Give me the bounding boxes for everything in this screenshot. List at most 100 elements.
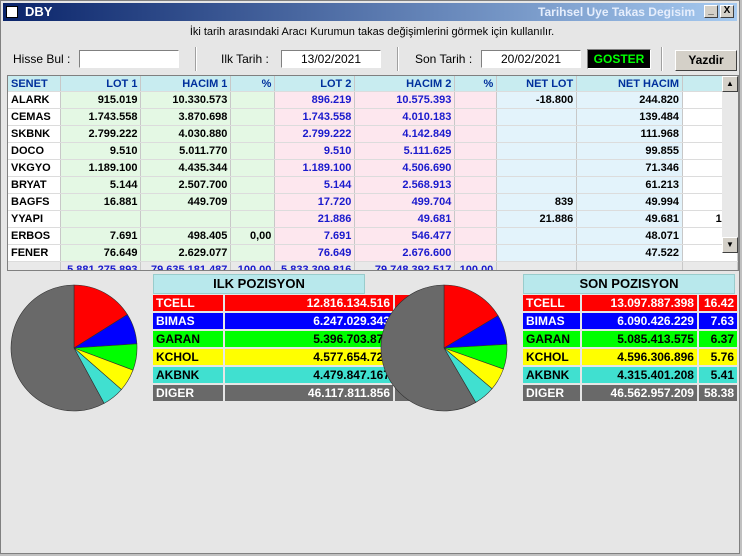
position-pct: 7.63 [698, 313, 737, 329]
position-pct: 6.37 [698, 331, 737, 347]
column-header[interactable]: LOT 1 [60, 76, 142, 92]
table-cell: 5.111.625 [354, 142, 456, 160]
position-name: DIGER [153, 385, 223, 401]
column-header[interactable]: HACIM 1 [140, 76, 232, 92]
position-value: 6.247.029.343 [225, 313, 393, 329]
table-cell: 76.649 [60, 244, 142, 262]
table-cell: 100,00 [454, 261, 498, 270]
position-name: TCELL [153, 295, 223, 311]
position-name: GARAN [153, 331, 223, 347]
ilk-tarih-field[interactable]: 13/02/2021 [281, 50, 381, 68]
column-header[interactable]: % [454, 76, 498, 92]
table-row[interactable]: ALARK 915.019 10.330.573 896.219 10.575.393 -… [8, 91, 738, 109]
table-cell [496, 142, 578, 160]
position-value: 46.117.811.856 [225, 385, 393, 401]
table-row[interactable]: BAGFS 16.881 449.709 17.720 499.704 839 49.994… [8, 193, 738, 211]
table-cell [230, 244, 276, 262]
window-subtitle: Tarihsel Uye Takas Degisim [538, 5, 695, 19]
table-cell: BRYAT [8, 176, 62, 194]
son-pozisyon-table: TCELL 13.097.887.398 16.42 BIMAS 6.090.426.2… [521, 293, 739, 403]
table-cell: 111.968 [576, 125, 684, 143]
table-row[interactable]: FENER 76.649 2.629.077 76.649 2.676.600 47.52… [8, 244, 738, 262]
table-cell: 139.484 [576, 108, 684, 126]
table-cell: 244.820 [576, 91, 684, 109]
table-cell: ALARK [8, 91, 62, 109]
position-name: DIGER [523, 385, 580, 401]
son-tarih-field[interactable]: 20/02/2021 [481, 50, 581, 68]
table-cell: 49.994 [576, 193, 684, 211]
table-cell: 17.720 [274, 193, 356, 211]
minimize-button[interactable]: _ [704, 5, 718, 18]
table-cell [230, 210, 276, 228]
table-cell: 9.510 [274, 142, 356, 160]
vertical-scrollbar[interactable]: ▲ ▼ [722, 76, 738, 253]
yazdir-button[interactable]: Yazdir [675, 50, 737, 71]
table-cell: 10.575.393 [354, 91, 456, 109]
column-header[interactable]: % [230, 76, 276, 92]
table-row[interactable]: BRYAT 5.144 2.507.700 5.144 2.568.913 61.213 [8, 176, 738, 194]
table-cell: 76.649 [274, 244, 356, 262]
table-cell: 2.629.077 [140, 244, 232, 262]
title-bar[interactable]: DBY Tarihsel Uye Takas Degisim _ X [3, 3, 737, 21]
table-cell: 449.709 [140, 193, 232, 211]
table-row[interactable]: CEMAS 1.743.558 3.870.698 1.743.558 4.010.18… [8, 108, 738, 126]
table-cell [230, 142, 276, 160]
hisse-search-input[interactable] [79, 50, 179, 68]
position-name: GARAN [523, 331, 580, 347]
scroll-down-arrow-icon[interactable]: ▼ [722, 237, 738, 253]
position-row: GARAN 5.085.413.575 6.37 [523, 331, 737, 347]
table-cell [230, 125, 276, 143]
table-cell [230, 176, 276, 194]
son-tarih-label: Son Tarih : [415, 52, 473, 66]
table-cell [454, 210, 498, 228]
table-cell [454, 176, 498, 194]
position-value: 4.479.847.167 [225, 367, 393, 383]
position-value: 12.816.134.516 [225, 295, 393, 311]
table-cell: 7.691 [60, 227, 142, 245]
position-name: BIMAS [523, 313, 580, 329]
column-header[interactable]: HACIM 2 [354, 76, 456, 92]
table-row[interactable]: YYAPI21.88649.68121.88649.681100 [8, 210, 738, 228]
table-cell: 5.011.770 [140, 142, 232, 160]
table-row[interactable]: DOCO 9.510 5.011.770 9.510 5.111.625 99.855 [8, 142, 738, 160]
close-button[interactable]: X [720, 5, 734, 18]
table-cell: 61.213 [576, 176, 684, 194]
table-cell: 839 [496, 193, 578, 211]
table-row[interactable]: ERBOS 7.691 498.405 0,00 7.691 546.477 48.071 [8, 227, 738, 245]
table-cell: 100,00 [230, 261, 276, 270]
column-header[interactable]: LOT 2 [274, 76, 356, 92]
position-name: TCELL [523, 295, 580, 311]
position-value: 4.315.401.208 [581, 367, 697, 383]
table-cell: 1.189.100 [60, 159, 142, 177]
column-header[interactable]: SENET [8, 76, 62, 92]
table-cell: 5.881.275.893 [60, 261, 142, 270]
position-pct: 5.76 [698, 349, 737, 365]
table-cell: 915.019 [60, 91, 142, 109]
table-cell [682, 261, 738, 270]
table-cell [454, 193, 498, 211]
table-cell: DOCO [8, 142, 62, 160]
position-row: DIGER 46.562.957.209 58.38 [523, 385, 737, 401]
position-name: KCHOL [153, 349, 223, 365]
son-pozisyon-title: SON POZISYON [523, 274, 735, 294]
table-cell [60, 210, 142, 228]
column-header[interactable]: NET HACIM [576, 76, 684, 92]
position-value: 5.396.703.876 [225, 331, 393, 347]
window-title: DBY [25, 4, 53, 19]
table-row[interactable]: VKGYO 1.189.100 4.435.344 1.189.100 4.506.69… [8, 159, 738, 177]
table-cell: 4.030.880 [140, 125, 232, 143]
table-cell [454, 91, 498, 109]
scroll-up-arrow-icon[interactable]: ▲ [722, 76, 738, 92]
table-cell [140, 210, 232, 228]
table-row[interactable]: SKBNK 2.799.222 4.030.880 2.799.222 4.142.84… [8, 125, 738, 143]
position-pct: 58.38 [698, 385, 737, 401]
takas-grid: SENET LOT 1 HACIM 1% LOT 2 HACIM 2% NET LOT NE… [7, 75, 739, 271]
goster-button[interactable]: GOSTER [587, 49, 651, 69]
table-cell [230, 159, 276, 177]
position-value: 46.562.957.209 [581, 385, 697, 401]
table-cell [496, 159, 578, 177]
table-cell: 498.405 [140, 227, 232, 245]
table-cell: 71.346 [576, 159, 684, 177]
table-cell [454, 244, 498, 262]
column-header[interactable]: NET LOT [496, 76, 578, 92]
